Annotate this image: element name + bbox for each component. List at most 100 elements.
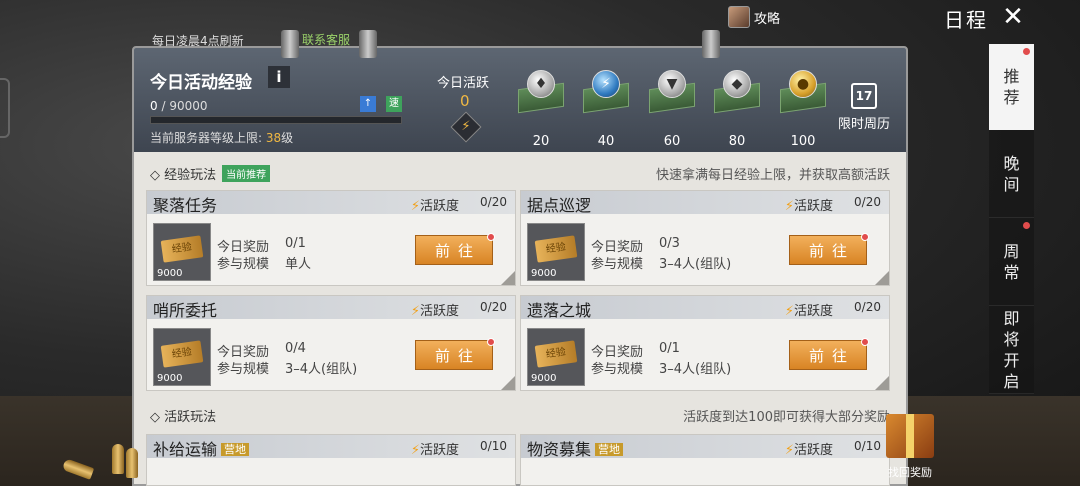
tab-recommend[interactable]: 推荐 (989, 44, 1034, 130)
card-activity-value: 0/10 (480, 439, 507, 453)
go-button[interactable]: 前往 (789, 233, 869, 265)
card-title: 聚落任务 (153, 196, 218, 215)
tab-label: 即将开启 (1003, 308, 1020, 391)
server-level-cap: 当前服务器等级上限: 38级 (150, 129, 293, 146)
ticket-text: 经验 (534, 235, 578, 263)
exp-progress-bar (150, 116, 402, 124)
today-active-value: 0 (460, 92, 470, 110)
chest-threshold: 20 (532, 134, 550, 149)
today-reward-value: 0/1 (659, 341, 680, 356)
base-tag: 营地 (595, 443, 624, 456)
strategy-button[interactable]: 攻略 (728, 6, 780, 28)
notification-dot (861, 338, 869, 346)
exp-ticket-icon: 经验 9000 (527, 328, 585, 386)
tab-evening[interactable]: 晚间 (989, 130, 1034, 218)
lightning-icon: ⚡ (784, 443, 794, 458)
section-title: ◇ 活跃玩法 (150, 410, 217, 425)
ticket-text: 经验 (160, 235, 204, 263)
section-exp-head: ◇ 经验玩法 当前推荐 (150, 164, 271, 183)
tab-weekly[interactable]: 周常 (989, 218, 1034, 306)
exp-value: 0 / 90000 (150, 99, 208, 113)
ticket-amount: 9000 (531, 373, 557, 384)
gold-coin-icon: ● (789, 70, 817, 98)
exp-ticket-icon: 经验 9000 (527, 223, 585, 281)
card-activity-label: ⚡活跃度 (785, 195, 833, 214)
boost-badge-icon: ↑ (360, 96, 376, 112)
avatar (728, 6, 750, 28)
notification-dot (1023, 48, 1030, 55)
go-label: 前往 (808, 347, 855, 365)
card-activity-value: 0/20 (854, 300, 881, 314)
exp-max: / 90000 (161, 99, 208, 113)
binder-clip (359, 30, 377, 58)
ticket-amount: 9000 (157, 268, 183, 279)
tab-label: 晚间 (1003, 153, 1020, 194)
chest-threshold: 100 (790, 134, 816, 149)
reward-chest-80[interactable]: ◆ (710, 70, 764, 116)
weekly-calendar-label: 限时周历 (837, 117, 890, 132)
go-label: 前往 (808, 242, 855, 260)
reward-chest-20[interactable]: ♦ (514, 70, 568, 116)
scale-label: 参与规模 (217, 257, 270, 272)
scale-value: 单人 (285, 257, 312, 272)
silver-coin-icon: ♦ (527, 70, 555, 98)
recover-reward-label: 找回奖励 (888, 466, 932, 479)
tab-upcoming[interactable]: 即将开启 (989, 306, 1034, 394)
recover-reward-button[interactable]: 找回奖励 (878, 414, 942, 484)
lightning-icon: ⚡ (410, 199, 420, 214)
go-button[interactable]: 前往 (415, 338, 495, 370)
activity-card: 物资募集 营地 ⚡活跃度 0/10 (520, 434, 890, 486)
weekly-calendar-button[interactable]: 17 限时周历 (836, 83, 892, 132)
calendar-icon: 17 (851, 83, 877, 109)
card-activity-label: ⚡活跃度 (411, 300, 459, 319)
activity-label: 活跃度 (793, 199, 833, 214)
card-title: 补给运输 营地 (153, 436, 250, 460)
card-title: 物资募集 营地 (527, 436, 624, 460)
left-edge-handle (0, 78, 10, 138)
go-button[interactable]: 前往 (415, 233, 495, 265)
today-reward-value: 0/3 (659, 236, 680, 251)
bullet-shell (126, 448, 138, 478)
server-cap-label: 当前服务器等级上限: (150, 131, 263, 145)
card-activity-label: ⚡活跃度 (411, 439, 459, 458)
contact-service-link[interactable]: 联系客服 (302, 31, 350, 48)
activity-label: 活跃度 (419, 199, 459, 214)
refresh-note: 每日凌晨4点刷新 (152, 34, 244, 48)
lightning-icon: ⚡ (410, 304, 420, 319)
close-icon[interactable]: ✕ (1000, 4, 1026, 30)
ticket-amount: 9000 (157, 373, 183, 384)
info-icon[interactable]: i (268, 66, 290, 88)
reward-chest-100[interactable]: ● (776, 70, 830, 116)
card-corner (875, 376, 889, 390)
reward-chest-40[interactable]: ⚡ (579, 70, 633, 116)
exp-ticket-icon: 经验 9000 (153, 223, 211, 281)
activity-label: 活跃度 (419, 304, 459, 319)
chest-threshold: 80 (728, 134, 746, 149)
strategy-label: 攻略 (754, 11, 781, 27)
activity-card: 聚落任务 ⚡活跃度 0/20 经验 9000 今日奖励 0/1 参与规模 单人 前… (146, 190, 516, 286)
exp-title: 今日活动经验 (150, 73, 252, 93)
lightning-icon: ⚡ (410, 443, 420, 458)
reward-chest-60[interactable]: ▼ (645, 70, 699, 116)
card-activity-value: 0/10 (854, 439, 881, 453)
chest-threshold: 60 (663, 134, 681, 149)
card-title: 据点巡逻 (527, 196, 592, 215)
exp-current: 0 (150, 99, 158, 113)
chest-threshold: 40 (597, 134, 615, 149)
today-active-label: 今日活跃 (437, 76, 490, 91)
section-exp-hint: 快速拿满每日经验上限，并获取高额活跃 (655, 168, 890, 183)
go-button[interactable]: 前往 (789, 338, 869, 370)
base-tag: 营地 (221, 443, 250, 456)
page-title: 日程 (944, 8, 988, 32)
recommend-tag: 当前推荐 (222, 165, 271, 182)
server-cap-unit: 级 (281, 131, 294, 145)
scale-value: 3–4人(组队) (285, 362, 358, 377)
section-active-head: ◇ 活跃玩法 (150, 406, 216, 425)
activity-card: 遗落之城 ⚡活跃度 0/20 经验 9000 今日奖励 0/1 参与规模 3–4人… (520, 295, 890, 391)
lightning-icon: ⚡ (784, 304, 794, 319)
card-corner (501, 271, 515, 285)
scale-label: 参与规模 (591, 362, 644, 377)
card-title: 遗落之城 (527, 301, 592, 320)
section-active-hint: 活跃度到达100即可获得大部分奖励 (683, 410, 890, 425)
card-activity-value: 0/20 (854, 195, 881, 209)
